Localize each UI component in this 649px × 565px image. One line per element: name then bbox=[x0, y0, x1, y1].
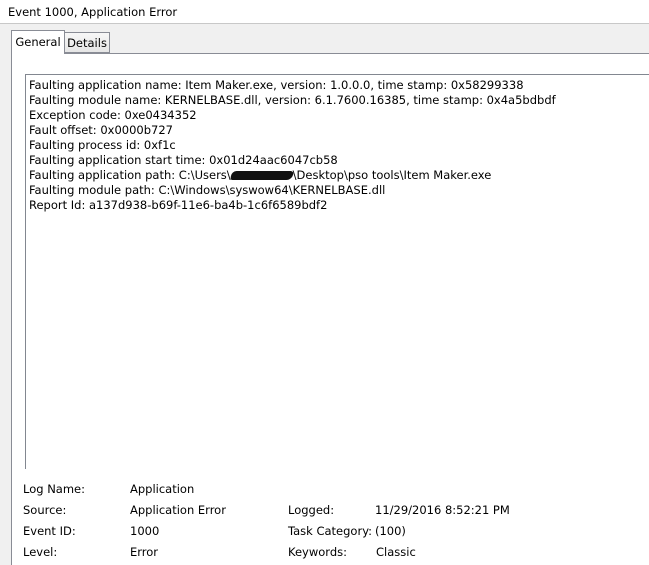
keywords-value[interactable]: Classic bbox=[376, 545, 416, 559]
log-name-label: Log Name: bbox=[23, 482, 85, 496]
event-id-value[interactable]: 1000 bbox=[130, 524, 159, 538]
level-value[interactable]: Error bbox=[130, 545, 158, 559]
source-value[interactable]: Application Error bbox=[130, 503, 226, 517]
task-category-label: Task Category: bbox=[288, 524, 373, 538]
level-label: Level: bbox=[23, 545, 58, 559]
logged-value[interactable]: 11/29/2016 8:52:21 PM bbox=[375, 503, 510, 517]
event-properties-window: Event 1000, Application Error General De… bbox=[0, 0, 649, 565]
event-properties-grid: Log Name: Application Source: Applicatio… bbox=[0, 0, 649, 565]
logged-label: Logged: bbox=[288, 503, 335, 517]
task-category-value[interactable]: (100) bbox=[375, 524, 406, 538]
keywords-label: Keywords: bbox=[288, 545, 347, 559]
event-id-label: Event ID: bbox=[23, 524, 76, 538]
source-label: Source: bbox=[23, 503, 67, 517]
log-name-value[interactable]: Application bbox=[130, 482, 194, 496]
tab-general[interactable]: General bbox=[11, 30, 65, 54]
